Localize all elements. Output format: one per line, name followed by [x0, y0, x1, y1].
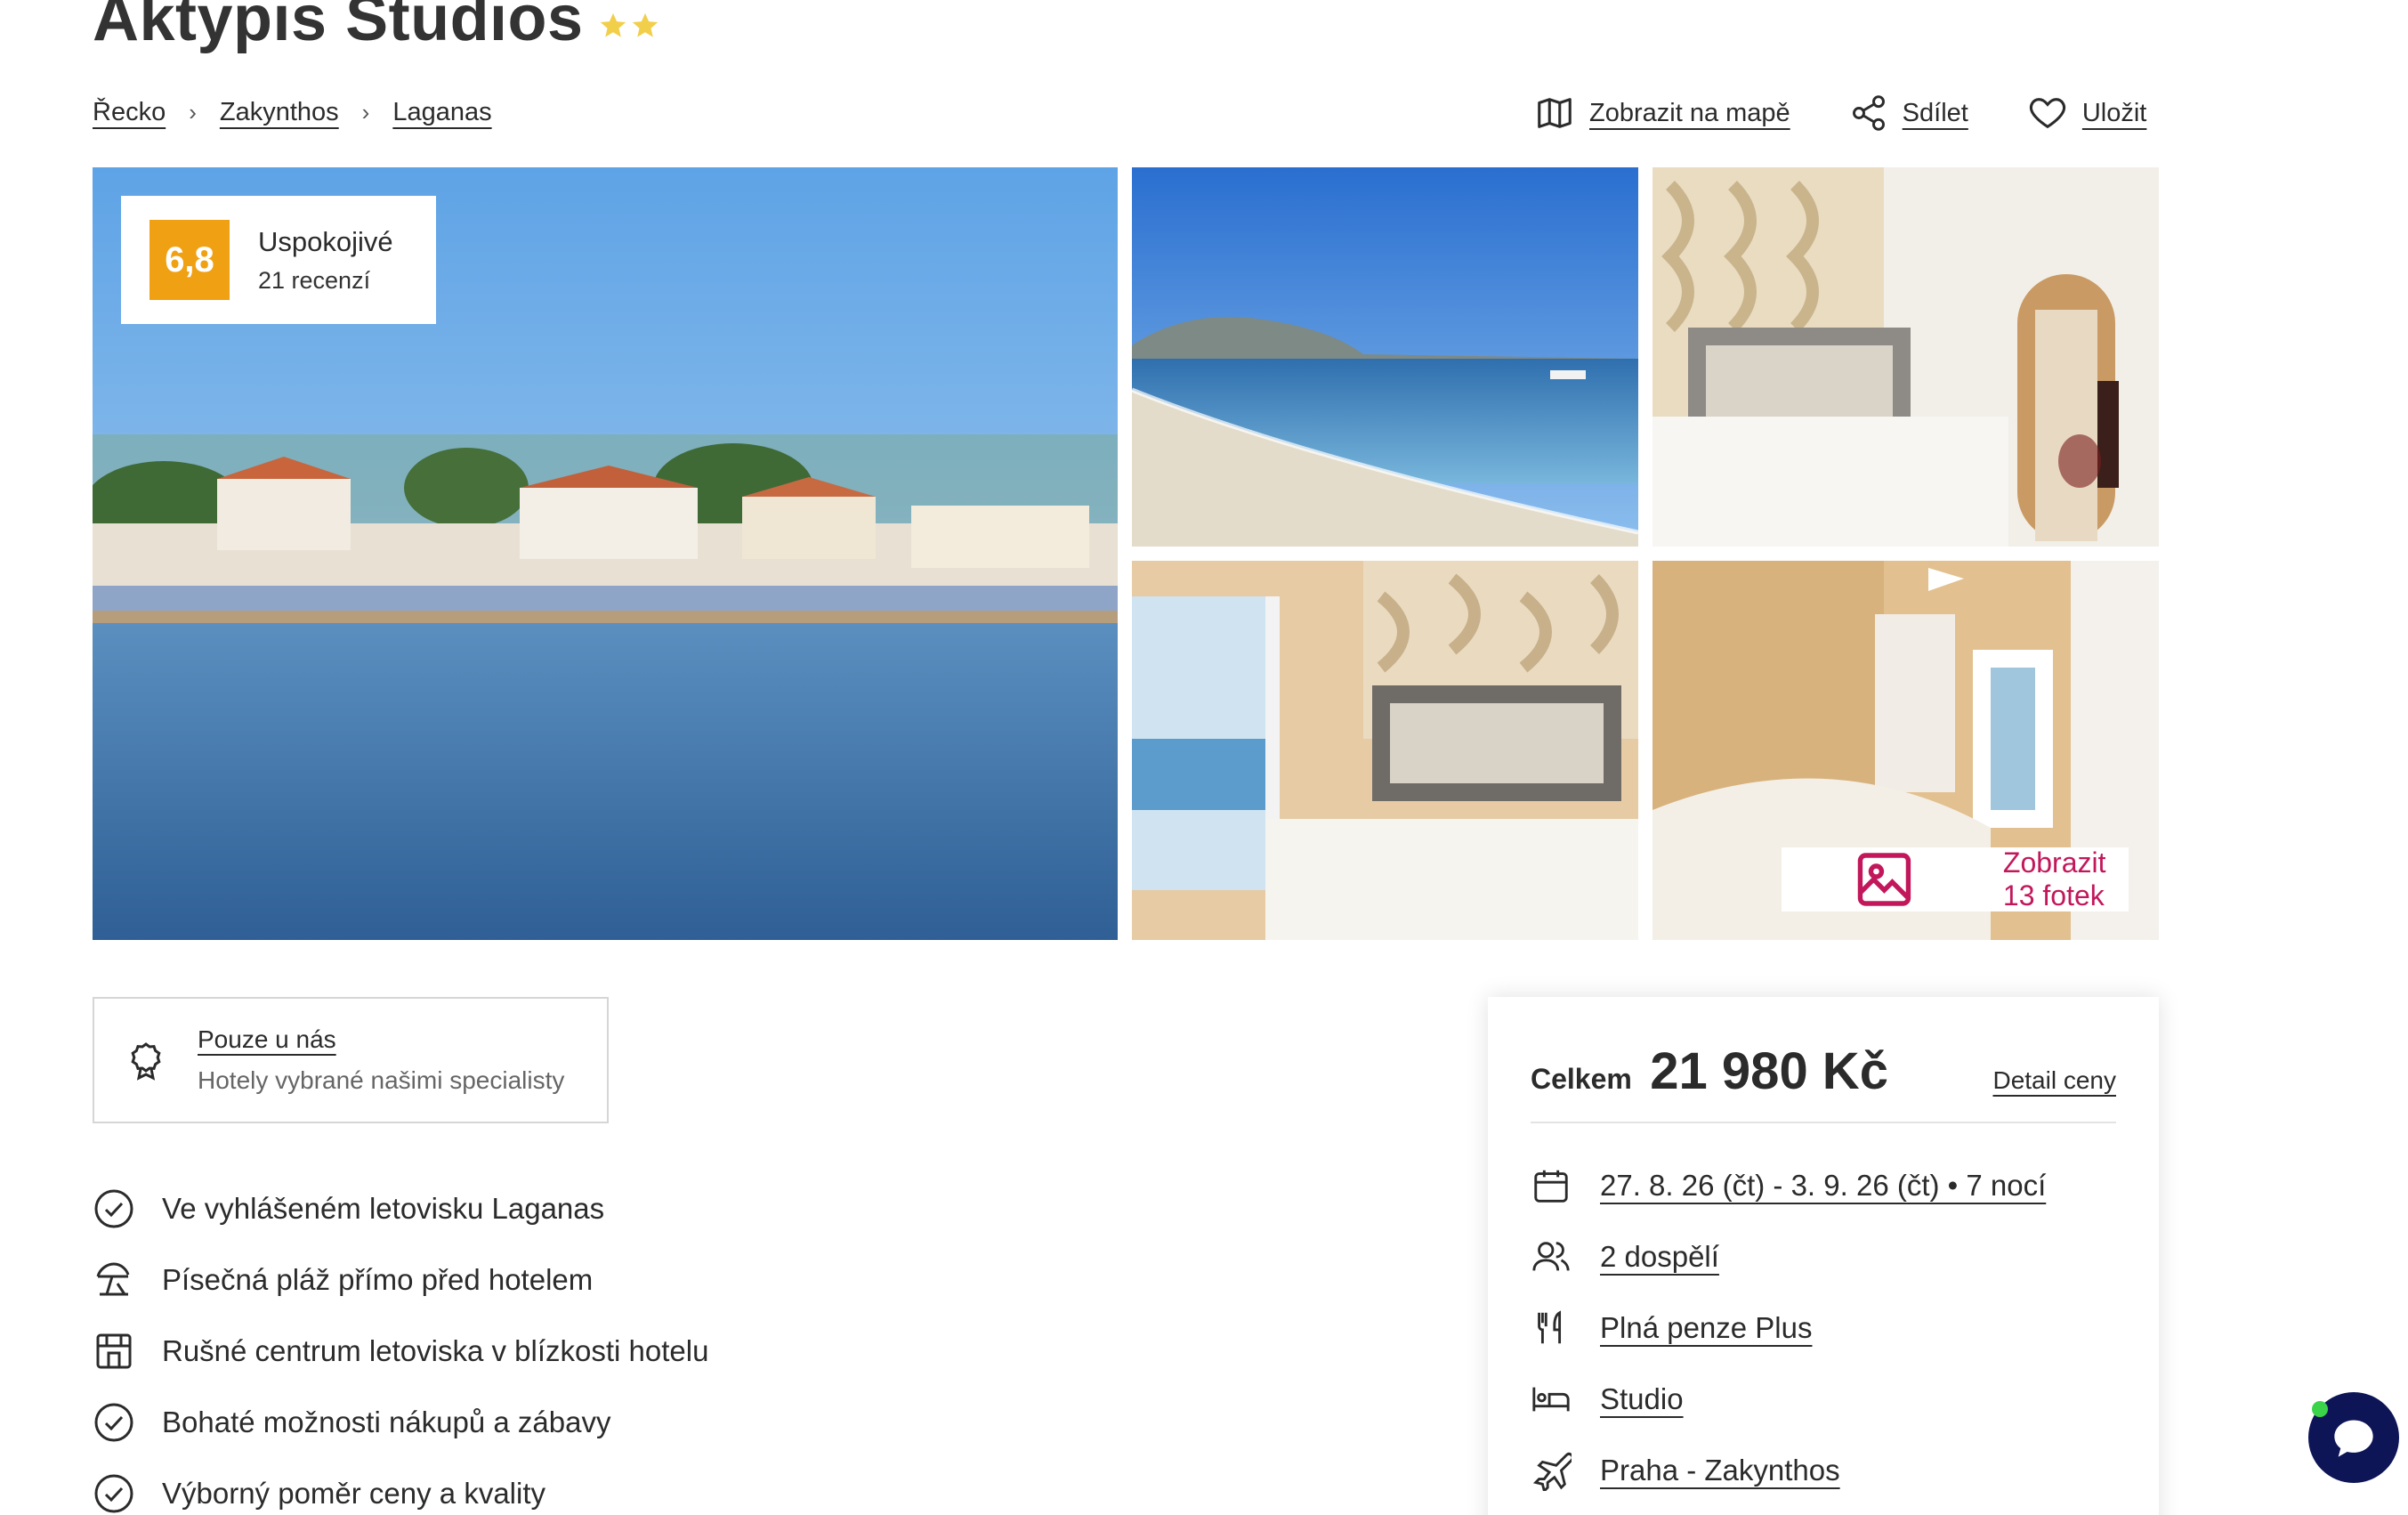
list-item: Rušné centrum letoviska v blízkosti hote… — [93, 1316, 708, 1387]
share-icon — [1852, 95, 1885, 131]
price-detail-link[interactable]: Detail ceny — [1992, 1066, 2116, 1095]
breadcrumb-link-country[interactable]: Řecko — [93, 98, 166, 127]
users-icon — [1532, 1242, 1570, 1271]
trip-board[interactable]: Plná penze Plus — [1531, 1292, 2116, 1364]
total-price: 21 980 Kč — [1650, 1042, 1888, 1100]
feature-list: Ve vyhlášeném letovisku Laganas Písečná … — [93, 1173, 708, 1515]
share-button[interactable]: Sdílet — [1849, 93, 1968, 133]
exclusive-badge: Pouze u nás Hotely vybrané našimi specia… — [93, 997, 609, 1123]
price-total-row: Celkem 21 980 Kč Detail ceny — [1531, 1041, 2116, 1123]
header-actions: Zobrazit na mapě Sdílet Uložit — [1534, 93, 2146, 134]
photo-studio-kitchen[interactable]: Zobrazit 13 fotek — [1652, 561, 2159, 940]
review-count: 21 recenzí — [258, 266, 371, 294]
rating-label: Uspokojivé — [258, 225, 393, 257]
total-label: Celkem — [1531, 1063, 1632, 1095]
star-icon — [632, 12, 659, 37]
breadcrumb: Řecko › Zakynthos › Laganas — [93, 98, 492, 127]
trip-dates-value: 27. 8. 26 (čt) - 3. 9. 26 (čt) • 7 nocí — [1600, 1169, 2047, 1202]
hotel-title: Aktypis Studios — [93, 0, 584, 54]
photo-beach[interactable] — [1132, 167, 1638, 547]
feature-text: Výborný poměr ceny a kvality — [162, 1477, 546, 1510]
trip-dates[interactable]: 27. 8. 26 (čt) - 3. 9. 26 (čt) • 7 nocí — [1531, 1150, 2116, 1221]
trip-travelers-value: 2 dospělí — [1600, 1240, 1719, 1273]
photo-gallery: 6,8 Uspokojivé 21 recenzí Zobrazit 13 fo… — [93, 167, 2159, 940]
list-item: Bohaté možnosti nákupů a zábavy — [93, 1387, 708, 1458]
award-ribbon-icon — [131, 1042, 161, 1081]
chevron-right-icon: › — [361, 99, 370, 126]
feature-text: Rušné centrum letoviska v blízkosti hote… — [162, 1334, 709, 1367]
calendar-icon — [1534, 1170, 1568, 1203]
airplane-icon — [1532, 1452, 1572, 1491]
rating-score: 6,8 — [149, 220, 230, 300]
bedroom-image-1 — [1652, 167, 2159, 547]
beach-image — [1132, 167, 1638, 547]
price-summary-card: Celkem 21 980 Kč Detail ceny 27. 8. 26 (… — [1488, 997, 2159, 1515]
check-circle-icon — [94, 1474, 133, 1513]
list-item: Výborný poměr ceny a kvality — [93, 1458, 708, 1515]
online-status-dot — [2312, 1401, 2328, 1417]
feature-text: Písečná pláž přímo před hotelem — [162, 1263, 594, 1296]
trip-room[interactable]: Studio — [1531, 1364, 2116, 1435]
bedroom-image-2 — [1132, 561, 1638, 940]
list-item: Ve vyhlášeném letovisku Laganas — [93, 1173, 708, 1244]
exclusive-subtitle: Hotely vybrané našimi specialisty — [198, 1066, 565, 1094]
trip-room-value: Studio — [1600, 1382, 1684, 1415]
exclusive-title-link[interactable]: Pouze u nás — [198, 1025, 564, 1054]
trip-flight[interactable]: Praha - Zakynthos — [1531, 1435, 2116, 1506]
trip-details: 27. 8. 26 (čt) - 3. 9. 26 (čt) • 7 nocí … — [1531, 1123, 2116, 1506]
map-icon — [1538, 98, 1572, 128]
breadcrumb-link-island[interactable]: Zakynthos — [220, 98, 339, 127]
save-button[interactable]: Uložit — [2027, 93, 2147, 134]
star-rating — [598, 11, 660, 41]
bed-icon — [1532, 1387, 1570, 1412]
feature-text: Bohaté možnosti nákupů a zábavy — [162, 1406, 611, 1438]
chevron-right-icon: › — [189, 99, 197, 126]
cutlery-icon — [1538, 1310, 1562, 1344]
rating-card: 6,8 Uspokojivé 21 recenzí — [121, 196, 436, 324]
list-item: Písečná pláž přímo před hotelem — [93, 1244, 708, 1316]
heart-icon — [2029, 98, 2065, 129]
trip-travelers[interactable]: 2 dospělí — [1531, 1221, 2116, 1292]
show-all-photos-button[interactable]: Zobrazit 13 fotek — [1782, 847, 2129, 911]
trip-flight-value: Praha - Zakynthos — [1600, 1454, 1840, 1487]
feature-text: Ve vyhlášeném letovisku Laganas — [162, 1192, 605, 1225]
chat-button[interactable] — [2308, 1392, 2399, 1483]
check-circle-icon — [94, 1403, 133, 1442]
image-icon — [1857, 853, 1911, 906]
photo-bedroom-balcony[interactable] — [1132, 561, 1638, 940]
trip-board-value: Plná penze Plus — [1600, 1311, 1813, 1344]
show-map-button[interactable]: Zobrazit na mapě — [1534, 93, 1790, 134]
show-all-photos-label: Zobrazit 13 fotek — [2002, 847, 2106, 911]
save-label: Uložit — [2081, 98, 2147, 127]
main-photo-seafront[interactable]: 6,8 Uspokojivé 21 recenzí — [93, 167, 1118, 940]
share-label: Sdílet — [1902, 98, 1968, 127]
beach-umbrella-icon — [96, 1262, 130, 1296]
photo-bedroom-wine[interactable] — [1652, 167, 2159, 547]
check-circle-icon — [94, 1189, 133, 1228]
star-icon — [600, 12, 626, 37]
show-map-label: Zobrazit na mapě — [1589, 98, 1790, 127]
chat-bubble-icon — [2334, 1420, 2373, 1457]
storefront-icon — [96, 1333, 132, 1369]
breadcrumb-link-resort[interactable]: Laganas — [392, 98, 491, 127]
